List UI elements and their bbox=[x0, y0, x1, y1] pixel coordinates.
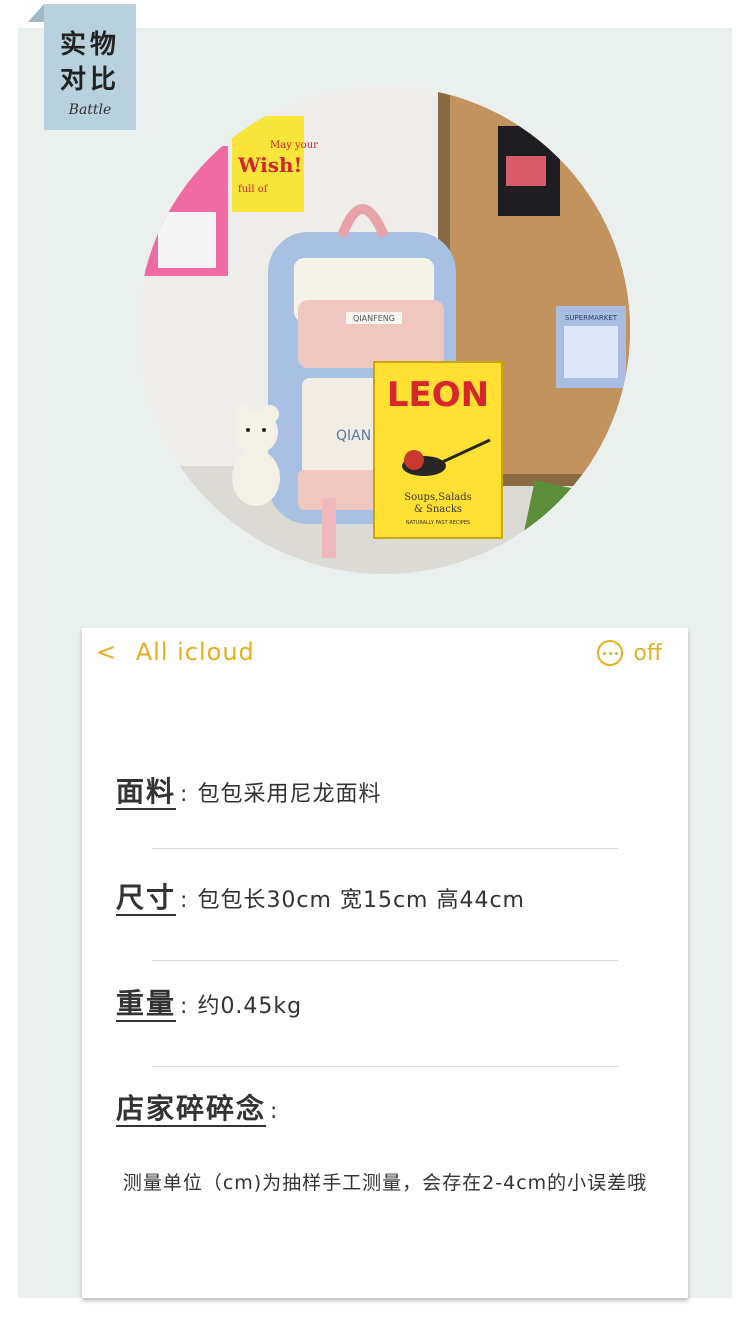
poster-may: May your bbox=[270, 140, 318, 151]
spec-row-size: 尺寸 : 包包长30cm 宽15cm 高44cm bbox=[116, 882, 525, 916]
measurement-note: 测量单位（cm)为抽样手工测量，会存在2-4cm的小误差哦 bbox=[122, 1172, 648, 1194]
spec-value-fabric: 包包采用尼龙面料 bbox=[197, 782, 382, 807]
spec-key-weight: 重量 bbox=[116, 987, 177, 1022]
more-button[interactable]: off bbox=[597, 640, 662, 666]
book-title: LEON bbox=[387, 375, 489, 415]
spec-colon: : bbox=[270, 1099, 278, 1124]
spec-key-size: 尺寸 bbox=[116, 881, 177, 916]
divider bbox=[152, 848, 618, 849]
badge-fold bbox=[28, 4, 44, 22]
spec-value-size: 包包长30cm 宽15cm 高44cm bbox=[197, 888, 525, 913]
divider bbox=[152, 1066, 618, 1067]
back-label: All icloud bbox=[135, 638, 255, 666]
book-tagline: NATURALLY FAST RECIPES bbox=[406, 520, 470, 526]
poster-wish: Wish! bbox=[237, 153, 302, 177]
spec-colon: : bbox=[180, 888, 188, 913]
bag-brand: QIANFENG bbox=[353, 314, 395, 323]
spec-colon: : bbox=[180, 994, 188, 1019]
spec-key-fabric: 面料 bbox=[116, 775, 177, 810]
poster-full: full of bbox=[238, 184, 269, 195]
book-subtitle-2: & Snacks bbox=[414, 504, 462, 515]
spec-row-notes: 店家碎碎念 : bbox=[116, 1092, 287, 1127]
spec-value-weight: 约0.45kg bbox=[197, 994, 303, 1019]
bag-side-text: QIAN bbox=[336, 428, 371, 444]
comparison-badge: 实物 对比 Battle bbox=[44, 4, 136, 130]
sticker-text: SUPERMARKET bbox=[565, 314, 618, 322]
spec-colon: : bbox=[180, 782, 188, 807]
back-chevron-icon: < bbox=[96, 638, 118, 666]
badge-title-line2: 对比 bbox=[59, 65, 120, 95]
divider bbox=[152, 960, 618, 961]
more-label: off bbox=[633, 640, 662, 666]
info-card: < All icloud off 面料 : 包包采用尼龙面料 尺寸 : 包包长3… bbox=[82, 628, 688, 1298]
more-dots-icon bbox=[597, 640, 624, 666]
badge-subtitle: Battle bbox=[68, 102, 112, 118]
book-subtitle-1: Soups,Salads bbox=[404, 492, 472, 503]
back-button[interactable]: < All icloud bbox=[96, 638, 255, 666]
badge-title-line1: 实物 bbox=[59, 30, 120, 60]
product-photo: SUPERMARKET Wish! May your full of QIANF… bbox=[138, 86, 630, 574]
spec-row-weight: 重量 : 约0.45kg bbox=[116, 988, 302, 1022]
spec-key-notes: 店家碎碎念 bbox=[116, 1092, 267, 1127]
spec-row-fabric: 面料 : 包包采用尼龙面料 bbox=[116, 776, 381, 810]
